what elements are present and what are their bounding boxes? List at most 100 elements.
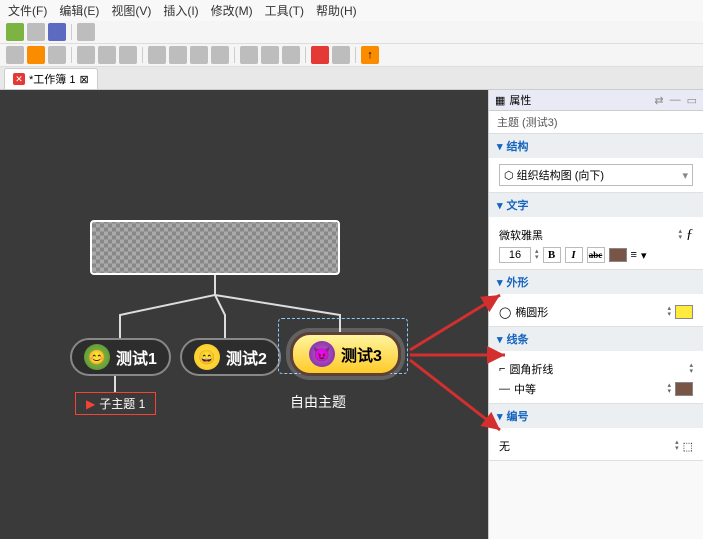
tool-icon[interactable] — [98, 46, 116, 64]
italic-button[interactable]: I — [565, 247, 583, 263]
spinner[interactable]: ▴▾ — [675, 440, 679, 452]
new-icon[interactable] — [6, 23, 24, 41]
panel-subtitle: 主题 (测试3) — [489, 111, 703, 134]
topic-node-1[interactable]: 😊 测试1 — [70, 338, 171, 376]
separator — [142, 47, 143, 63]
menu-file[interactable]: 文件(F) — [8, 2, 47, 19]
strike-button[interactable]: abc — [587, 247, 605, 263]
smile-green-icon: 😊 — [84, 344, 110, 370]
topic-label: 测试1 — [116, 345, 157, 369]
tool-icon[interactable] — [119, 46, 137, 64]
tool-icon[interactable] — [282, 46, 300, 64]
spinner[interactable]: ▴▾ — [667, 306, 671, 318]
topic-node-2[interactable]: 😄 测试2 — [180, 338, 281, 376]
menu-insert[interactable]: 插入(I) — [163, 2, 198, 19]
menu-tools[interactable]: 工具(T) — [265, 2, 304, 19]
topic-label: 测试3 — [341, 342, 382, 366]
red-square-icon[interactable] — [311, 46, 329, 64]
line-type-value[interactable]: 圆角折线 — [509, 361, 685, 377]
structure-combo[interactable]: ⬡ 组织结构图 (向下) ▾ — [499, 164, 693, 186]
mindmap-canvas[interactable]: 😊 测试1 😄 测试2 😈 测试3 ▶ 子主题 1 自由主题 — [0, 90, 488, 539]
topic-label: 测试2 — [226, 345, 267, 369]
italic-f-icon[interactable]: ƒ — [686, 227, 693, 243]
combo-value: 组织结构图 (向下) — [517, 167, 604, 183]
section-number: ▾ 编号 无 ▴▾ ⬚ — [489, 404, 703, 461]
section-header[interactable]: ▾ 文字 — [489, 193, 703, 217]
root-topic[interactable] — [90, 220, 340, 275]
bold-button[interactable]: B — [543, 247, 561, 263]
tab-dirty-marker: ⊠ — [79, 73, 88, 86]
close-icon[interactable]: ✕ — [13, 73, 25, 85]
toolbar-secondary: ↑ — [0, 44, 703, 67]
line-shape-icon: ⌐ — [499, 363, 505, 375]
line-color-swatch[interactable] — [675, 382, 693, 396]
tag-icon[interactable] — [48, 46, 66, 64]
tool-icon[interactable] — [240, 46, 258, 64]
panel-header: ▦ 属性 ⇄ — ▭ — [489, 90, 703, 111]
panel-title: 属性 — [509, 92, 531, 108]
menu-modify[interactable]: 修改(M) — [211, 2, 253, 19]
topic-node-3-selected[interactable]: 😈 测试3 — [290, 332, 401, 376]
orgchart-icon: ⬡ — [504, 169, 514, 182]
doc-icon[interactable] — [6, 46, 24, 64]
tab-title: *工作簿 1 — [29, 71, 75, 87]
spinner[interactable]: ▴▾ — [667, 383, 671, 395]
spinner[interactable]: ▴▾ — [535, 249, 539, 261]
font-name[interactable]: 微软雅黑 — [499, 227, 674, 243]
separator — [305, 47, 306, 63]
shape-value[interactable]: 椭圆形 — [515, 304, 663, 320]
open-icon[interactable] — [27, 23, 45, 41]
chevron-down-icon[interactable]: ▾ — [641, 249, 647, 262]
section-shape: ▾ 外形 ◯ 椭圆形 ▴▾ — [489, 270, 703, 327]
font-size-input[interactable]: 16 — [499, 247, 531, 263]
menu-edit[interactable]: 编辑(E) — [59, 2, 99, 19]
toolbar-primary — [0, 21, 703, 44]
section-structure: ▾ 结构 ⬡ 组织结构图 (向下) ▾ — [489, 134, 703, 193]
separator — [71, 47, 72, 63]
tool-icon[interactable] — [261, 46, 279, 64]
fill-color-swatch[interactable] — [675, 305, 693, 319]
line-weight-value[interactable]: 中等 — [514, 381, 663, 397]
free-topic-label: 自由主题 — [290, 392, 346, 412]
chevron-down-icon: ▾ — [682, 169, 688, 182]
section-header[interactable]: ▾ 线条 — [489, 327, 703, 351]
arrow-up-icon[interactable]: ↑ — [361, 46, 379, 64]
panel-icon: ▦ — [495, 94, 505, 107]
subtopic-label: 子主题 1 — [99, 395, 145, 412]
separator — [355, 47, 356, 63]
menu-icon[interactable]: ▭ — [687, 94, 697, 107]
tool-icon[interactable] — [169, 46, 187, 64]
separator — [234, 47, 235, 63]
print-icon[interactable] — [77, 23, 95, 41]
section-header[interactable]: ▾ 外形 — [489, 270, 703, 294]
menu-view[interactable]: 视图(V) — [111, 2, 151, 19]
text-color-swatch[interactable] — [609, 248, 627, 262]
section-header[interactable]: ▾ 编号 — [489, 404, 703, 428]
tool-icon[interactable] — [332, 46, 350, 64]
spinner[interactable]: ▴▾ — [678, 229, 682, 241]
flag-icon: ▶ — [86, 397, 95, 411]
smile-yellow-icon: 😄 — [194, 344, 220, 370]
tool-icon[interactable] — [190, 46, 208, 64]
bulb-icon[interactable] — [27, 46, 45, 64]
subtopic-node[interactable]: ▶ 子主题 1 — [75, 392, 156, 415]
tool-icon[interactable] — [77, 46, 95, 64]
save-icon[interactable] — [48, 23, 66, 41]
panel-controls: ⇄ — ▭ — [654, 94, 697, 107]
number-format-icon[interactable]: ⬚ — [683, 440, 693, 453]
smile-purple-icon: 😈 — [309, 341, 335, 367]
menu-help[interactable]: 帮助(H) — [316, 2, 357, 19]
tool-icon[interactable] — [148, 46, 166, 64]
line-weight-icon: — — [499, 383, 510, 395]
properties-panel: ▦ 属性 ⇄ — ▭ 主题 (测试3) ▾ 结构 ⬡ 组织结构图 (向下) ▾ … — [488, 90, 703, 539]
spinner[interactable]: ▴▾ — [689, 363, 693, 375]
collapse-icon[interactable]: ⇄ — [654, 94, 663, 107]
minimize-icon[interactable]: — — [670, 94, 681, 107]
number-value[interactable]: 无 — [499, 438, 671, 454]
section-line: ▾ 线条 ⌐ 圆角折线 ▴▾ — 中等 ▴▾ — [489, 327, 703, 404]
align-icon[interactable]: ≡ — [631, 249, 637, 261]
document-tab[interactable]: ✕ *工作簿 1 ⊠ — [4, 68, 98, 89]
section-text: ▾ 文字 微软雅黑 ▴▾ ƒ 16 ▴▾ B I abc ≡ ▾ — [489, 193, 703, 270]
section-header[interactable]: ▾ 结构 — [489, 134, 703, 158]
tool-icon[interactable] — [211, 46, 229, 64]
